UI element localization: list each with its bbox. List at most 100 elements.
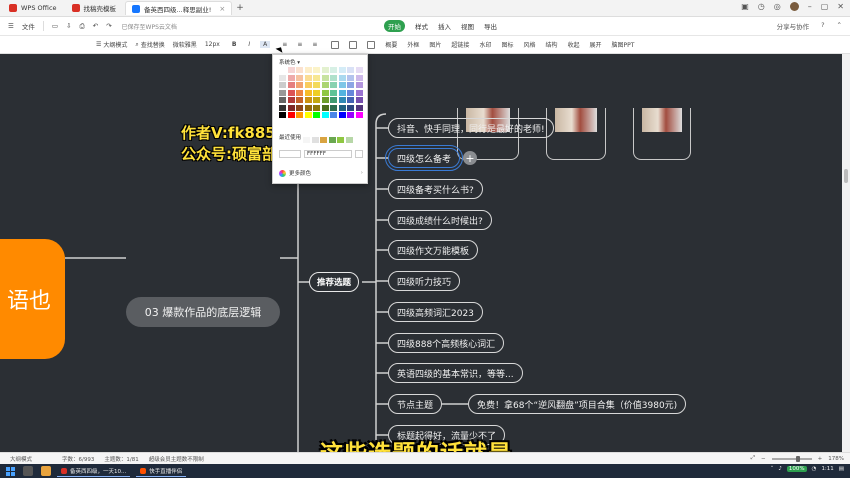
tab-mindmap-active[interactable]: 备英西四级...释思副业! × [125, 1, 233, 15]
child-node-selected[interactable]: 四级怎么备考 [384, 145, 464, 171]
color-swatch[interactable] [347, 67, 354, 73]
structure-button[interactable]: 结构 [545, 40, 557, 49]
fill-icon[interactable] [349, 40, 358, 49]
mindmap-ppt-button[interactable]: 脑图PPT [612, 40, 635, 49]
color-swatch[interactable] [279, 74, 286, 81]
file-explorer-icon[interactable] [41, 466, 51, 476]
color-swatch[interactable] [296, 104, 303, 111]
color-swatch[interactable] [321, 89, 329, 96]
hyperlink-button[interactable]: 超链接 [451, 40, 469, 49]
color-swatch[interactable] [313, 74, 320, 81]
border-icon[interactable] [367, 40, 376, 49]
color-swatch[interactable] [347, 89, 354, 96]
help-icon[interactable]: ? [821, 21, 824, 31]
print-icon[interactable]: ⎙ [79, 22, 84, 31]
child-node[interactable]: 四级备考买什么书? [388, 179, 483, 199]
color-swatch[interactable] [296, 89, 303, 96]
color-swatch[interactable] [279, 97, 286, 103]
align-left-button[interactable]: ≡ [282, 41, 287, 48]
color-swatch[interactable] [321, 97, 329, 103]
color-swatch[interactable] [304, 97, 312, 103]
recent-color-swatch[interactable] [303, 137, 310, 143]
mindmap-canvas[interactable]: 语也 03 爆款作品的底层逻辑 推荐选题 抖音、快手同理，同行是最好的老师! 四… [0, 54, 842, 452]
color-swatch[interactable] [355, 89, 363, 96]
align-right-button[interactable]: ≡ [312, 41, 317, 48]
color-swatch[interactable] [330, 89, 337, 96]
color-swatch[interactable] [296, 74, 303, 81]
tab-template[interactable]: 找稿壳模板 [66, 1, 123, 15]
save-icon[interactable]: ▭ [52, 22, 58, 30]
color-swatch[interactable] [355, 112, 363, 118]
clock[interactable]: 1:11 [821, 466, 833, 472]
color-swatch[interactable] [287, 112, 295, 118]
promo-node[interactable]: 免费！拿68个“逆风翻盘”项目合集（价值3980元) [468, 394, 687, 414]
undo-icon[interactable]: ↶ [93, 22, 98, 30]
hub-node[interactable]: 推荐选题 [309, 272, 360, 292]
theme-button[interactable]: 风格 [523, 40, 535, 49]
redo-icon[interactable]: ↷ [106, 22, 111, 30]
color-swatch[interactable] [321, 67, 329, 73]
tab-view[interactable]: 视图 [461, 21, 474, 31]
color-swatch[interactable] [321, 104, 329, 111]
color-swatch[interactable] [296, 97, 303, 103]
color-swatch[interactable] [279, 104, 286, 111]
color-swatch[interactable] [313, 67, 320, 73]
color-swatch[interactable] [313, 82, 320, 88]
recent-color-swatch[interactable] [328, 137, 336, 143]
color-swatch[interactable] [347, 97, 354, 103]
align-center-button[interactable]: ≡ [297, 41, 302, 48]
color-swatch[interactable] [338, 82, 346, 88]
share-button[interactable]: 分享与协作 [777, 21, 810, 31]
system-colors-label[interactable]: 系统色 ▾ [279, 58, 300, 66]
scrollbar-thumb[interactable] [844, 169, 848, 183]
color-swatch[interactable] [355, 67, 363, 73]
tab-insert[interactable]: 插入 [438, 21, 451, 31]
color-swatch[interactable] [304, 74, 312, 81]
color-swatch[interactable] [330, 104, 337, 111]
color-swatch[interactable] [279, 89, 286, 96]
more-colors-button[interactable]: 更多颜色 › [279, 169, 363, 177]
color-swatch[interactable] [287, 89, 295, 96]
recent-color-swatch[interactable] [345, 137, 353, 143]
child-node[interactable]: 四级高频词汇2023 [388, 302, 483, 322]
color-swatch[interactable] [304, 104, 312, 111]
color-swatch[interactable] [338, 67, 346, 73]
taskbar-app-wps[interactable]: 备英西四级，一天10... [57, 465, 131, 477]
color-swatch[interactable] [304, 112, 312, 118]
root-node[interactable]: 语也 [0, 239, 65, 359]
icon-button[interactable]: 图标 [501, 40, 513, 49]
child-node[interactable]: 四级888个高频核心词汇 [388, 333, 505, 353]
color-swatch[interactable] [279, 82, 286, 88]
color-swatch[interactable] [296, 82, 303, 88]
export-icon[interactable]: ⇩ [66, 22, 71, 30]
volume-icon[interactable]: ♪ [778, 466, 782, 472]
new-tab-button[interactable]: + [236, 3, 244, 13]
battery-indicator[interactable]: 100% [786, 466, 807, 472]
color-swatch[interactable] [304, 89, 312, 96]
find-replace-button[interactable]: ⌕ 查找替换 [135, 40, 164, 50]
color-swatch[interactable] [347, 104, 354, 111]
task-view-icon[interactable] [23, 466, 33, 476]
recent-color-swatch[interactable] [320, 137, 327, 143]
color-swatch[interactable] [287, 74, 295, 81]
child-node[interactable]: 抖音、快手同理，同行是最好的老师! [388, 118, 554, 138]
italic-button[interactable]: I [248, 41, 250, 48]
color-swatch[interactable] [338, 104, 346, 111]
tab-wps-office[interactable]: WPS Office [3, 1, 63, 15]
add-node-button[interactable]: + [463, 151, 477, 165]
eyedropper-icon[interactable] [355, 149, 363, 158]
color-swatch[interactable] [321, 74, 329, 81]
color-swatch[interactable] [347, 112, 354, 118]
close-tab-icon[interactable]: × [219, 5, 225, 13]
color-swatch[interactable] [347, 82, 354, 88]
color-swatch[interactable] [355, 74, 363, 81]
child-node[interactable]: 四级成绩什么时候出? [388, 210, 492, 230]
chevron-up-icon[interactable]: ˄ [771, 466, 774, 472]
color-swatch[interactable] [313, 97, 320, 103]
color-swatch[interactable] [287, 97, 295, 103]
tab-start[interactable]: 开始 [384, 20, 405, 32]
watermark-button[interactable]: 水印 [479, 40, 491, 49]
color-swatch[interactable] [304, 67, 312, 73]
color-swatch[interactable] [296, 67, 303, 73]
color-swatch[interactable] [296, 112, 303, 118]
